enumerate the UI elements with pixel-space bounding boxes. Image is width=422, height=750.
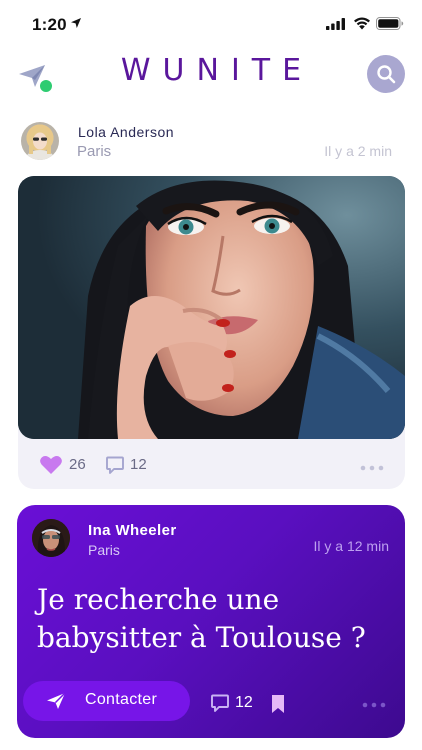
avatar[interactable] bbox=[32, 519, 70, 557]
status-time: 1:20 bbox=[32, 15, 67, 34]
more-options-icon[interactable] bbox=[360, 465, 384, 471]
author-name[interactable]: Ina Wheeler bbox=[88, 522, 177, 539]
author-name[interactable]: Lola Anderson bbox=[78, 124, 174, 140]
cellular-signal-icon bbox=[326, 18, 345, 30]
app-logo: WUNITE bbox=[120, 53, 314, 88]
comment-icon[interactable] bbox=[105, 455, 125, 475]
status-bar: 1:20 bbox=[0, 0, 422, 48]
more-options-icon[interactable] bbox=[362, 702, 386, 708]
author-city: Paris bbox=[77, 143, 112, 160]
contact-button[interactable]: Contacter bbox=[23, 681, 190, 721]
text-post-card: Ina Wheeler Paris Il y a 12 min Je reche… bbox=[17, 505, 405, 738]
avatar-image bbox=[24, 128, 56, 160]
post-time: Il y a 2 min bbox=[324, 143, 392, 159]
wifi-icon bbox=[354, 17, 370, 30]
post-photo[interactable] bbox=[18, 176, 405, 439]
heart-icon[interactable] bbox=[39, 455, 63, 475]
bookmark-icon[interactable] bbox=[270, 694, 286, 714]
post-card: 26 12 bbox=[18, 176, 405, 489]
comment-count: 12 bbox=[130, 456, 147, 473]
post-author-row[interactable]: Lola Anderson Paris Il y a 2 min bbox=[20, 120, 402, 164]
comment-count: 12 bbox=[235, 694, 253, 711]
avatar[interactable] bbox=[21, 122, 59, 160]
search-icon bbox=[377, 65, 396, 84]
search-button[interactable] bbox=[367, 55, 405, 93]
app-header: WUNITE bbox=[0, 48, 422, 108]
location-arrow-icon bbox=[71, 18, 81, 28]
send-icon bbox=[47, 692, 66, 709]
post-actions-bar: 26 12 bbox=[18, 439, 405, 489]
post-message: Je recherche une babysitter à Toulouse ? bbox=[37, 583, 366, 654]
comment-icon[interactable] bbox=[210, 693, 230, 713]
contact-button-label: Contacter bbox=[85, 691, 158, 708]
like-count: 26 bbox=[69, 456, 86, 473]
post-time: Il y a 12 min bbox=[313, 538, 389, 554]
avatar-image bbox=[32, 519, 70, 557]
author-city: Paris bbox=[88, 542, 120, 558]
battery-icon bbox=[376, 17, 404, 30]
portrait-photo bbox=[18, 176, 405, 439]
